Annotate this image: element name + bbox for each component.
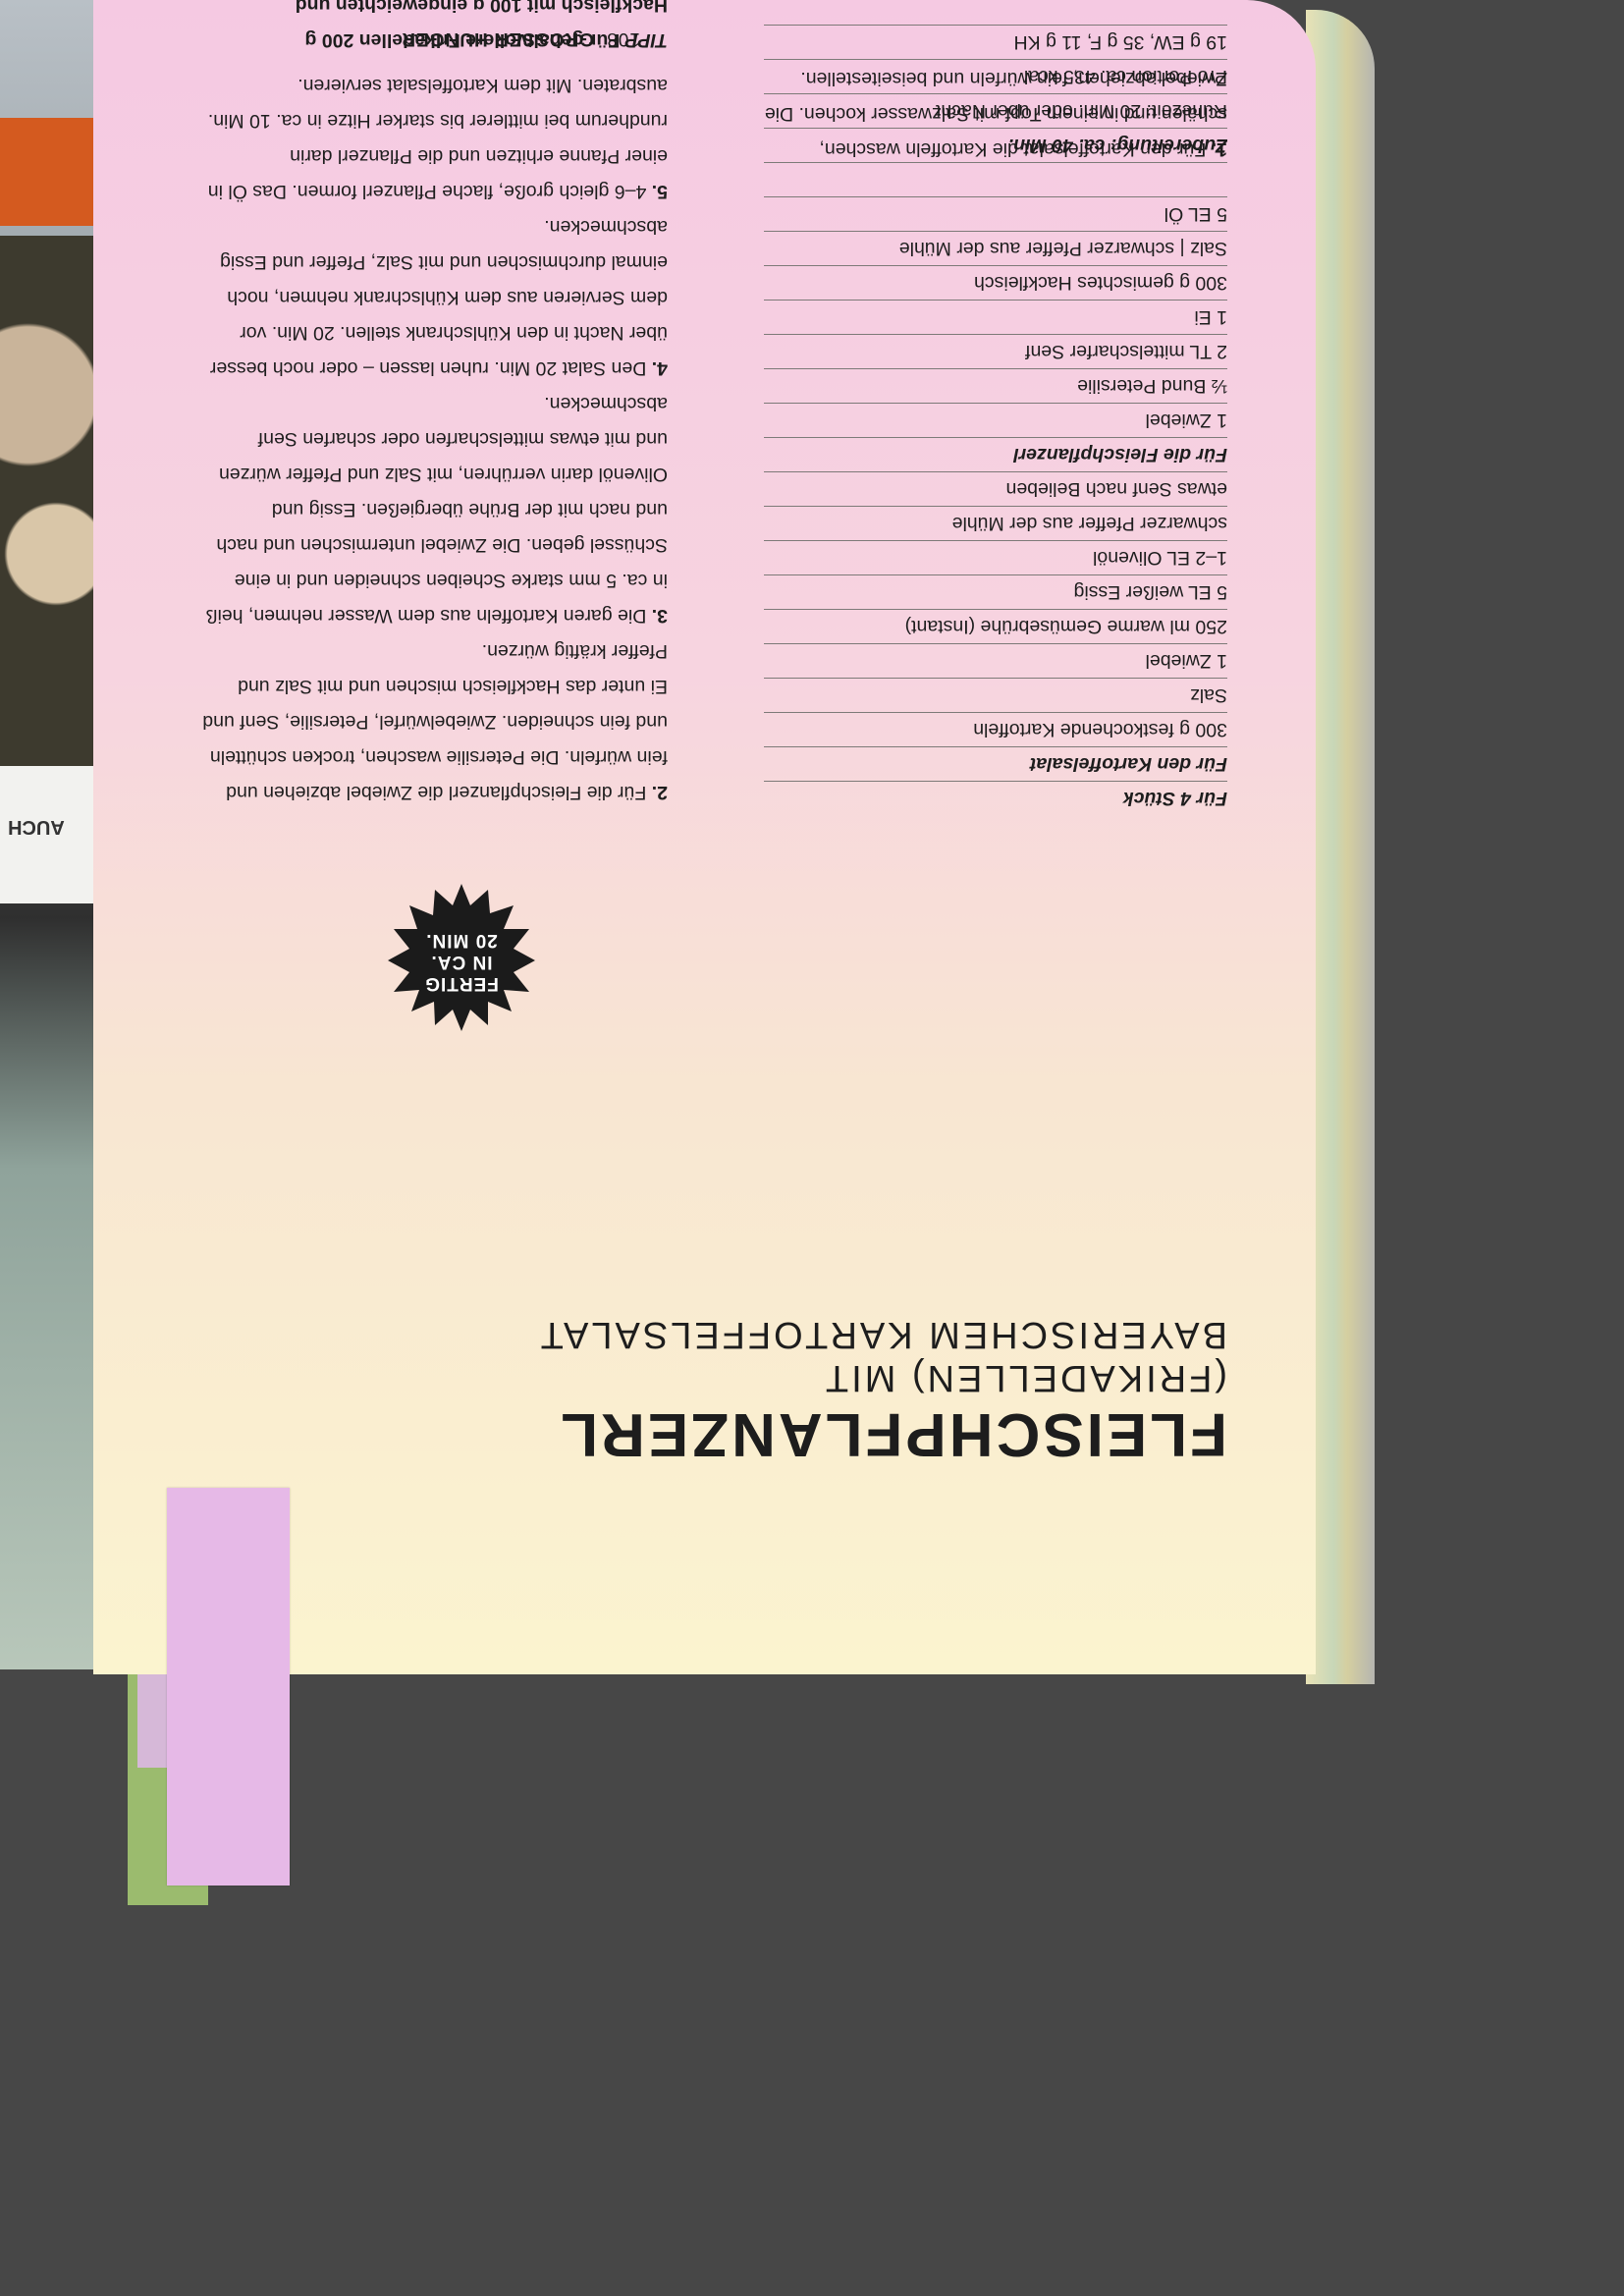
ingredient-item: Salz [764, 678, 1227, 712]
ingredient-item: 300 g festkochende Kartoffeln [764, 712, 1227, 746]
ingredient-item: 2 TL mittelscharfer Senf [764, 334, 1227, 368]
ingredient-heading: Für die Fleischpflanzerl [764, 437, 1227, 471]
badge-line-2: IN CA. [430, 952, 493, 972]
step-5: 5. 4–6 gleich große, flache Pflanzerl fo… [201, 68, 668, 209]
photo-strip [0, 118, 93, 226]
step-4-text: Den Salat 20 Min. ruhen lassen – oder no… [209, 216, 668, 379]
step-1: 1. Für den Kartoffelsalat die Kartoffeln… [756, 61, 1227, 167]
step-5-num: 5. [651, 181, 668, 202]
ingredient-item: schwarzer Pfeffer aus der Mühle [764, 506, 1227, 540]
ingredient-item [764, 162, 1227, 196]
adjacent-info-box: AUCH [0, 766, 93, 903]
steps-column-left: 2. Für die Fleischpflanzerl die Zwiebel … [201, 0, 668, 810]
ingredient-item: 1 Ei [764, 300, 1227, 334]
ingredient-item: 300 g gemischtes Hackfleisch [764, 265, 1227, 300]
recipe-heading: FLEISCHPFLANZERL (FRIKADELLEN) MIT BAYER… [520, 1313, 1227, 1468]
food-photo [0, 236, 93, 766]
step-3: 3. Die garen Kartoffeln aus dem Wasser n… [201, 386, 668, 633]
ingredient-item: etwas Senf nach Belieben [764, 471, 1227, 506]
section-name: GROSSER HUNGER [401, 28, 594, 49]
adjacent-box-label: AUCH [8, 816, 65, 838]
step-5-text: 4–6 gleich große, flache Pflanzerl forme… [207, 75, 668, 202]
ingredient-item: 5 EL Öl [764, 196, 1227, 231]
recipe-subtitle-line1: (FRIKADELLEN) MIT [822, 1357, 1227, 1398]
recipe-title: FLEISCHPFLANZERL [558, 1400, 1227, 1468]
recipe-page: FLEISCHPFLANZERL (FRIKADELLEN) MIT BAYER… [93, 0, 1316, 1674]
sticky-note-pink [167, 1488, 290, 1886]
step-3-text: Die garen Kartoffeln aus dem Wasser nehm… [205, 393, 668, 627]
time-badge: FERTIG IN CA. 20 MIN. [388, 884, 535, 1031]
adjacent-page: AUCH [0, 0, 98, 1669]
ingredient-item: 250 ml warme Gemüsebrühe (Instant) [764, 609, 1227, 643]
recipe-subtitle-line2: BAYERISCHEM KARTOFFELSALAT [537, 1314, 1227, 1355]
page-number: 108 [606, 28, 640, 49]
step-3-num: 3. [651, 605, 668, 627]
badge-line-3: 20 MIN. [425, 930, 498, 951]
ingredient-item: 1 Zwiebel [764, 643, 1227, 678]
step-2: 2. Für die Fleischpflanzerl die Zwiebel … [201, 633, 668, 810]
badge-line-1: FERTIG [424, 973, 499, 994]
ingredient-item: 1–2 EL Olivenöl [764, 540, 1227, 574]
ingredient-item: Salz | schwarzer Pfeffer aus der Mühle [764, 231, 1227, 265]
step-2-text: Für die Fleischpflanzerl die Zwiebel abz… [202, 640, 668, 803]
ingredient-item: 5 EL weißer Essig [764, 574, 1227, 609]
ingredient-item: 1 Zwiebel [764, 403, 1227, 437]
ingredient-heading: Für 4 Stück [764, 781, 1227, 815]
ingredient-heading: Für den Kartoffelsalat [764, 746, 1227, 781]
ingredient-item: ½ Bund Petersilie [764, 368, 1227, 403]
steps-column-right: 1. Für den Kartoffelsalat die Kartoffeln… [756, 61, 1227, 167]
step-1-num: 1. [1211, 138, 1227, 160]
step-2-num: 2. [651, 782, 668, 803]
step-4-num: 4. [651, 357, 668, 379]
book-edge [1306, 10, 1375, 1684]
page-content-rotated: FLEISCHPFLANZERL (FRIKADELLEN) MIT BAYER… [93, 0, 1316, 1674]
step-4: 4. Den Salat 20 Min. ruhen lassen – oder… [201, 209, 668, 386]
ingredient-item: 19 g EW, 35 g F, 11 g KH [764, 25, 1227, 59]
step-1-text: Für den Kartoffelsalat die Kartoffeln wa… [764, 68, 1227, 160]
